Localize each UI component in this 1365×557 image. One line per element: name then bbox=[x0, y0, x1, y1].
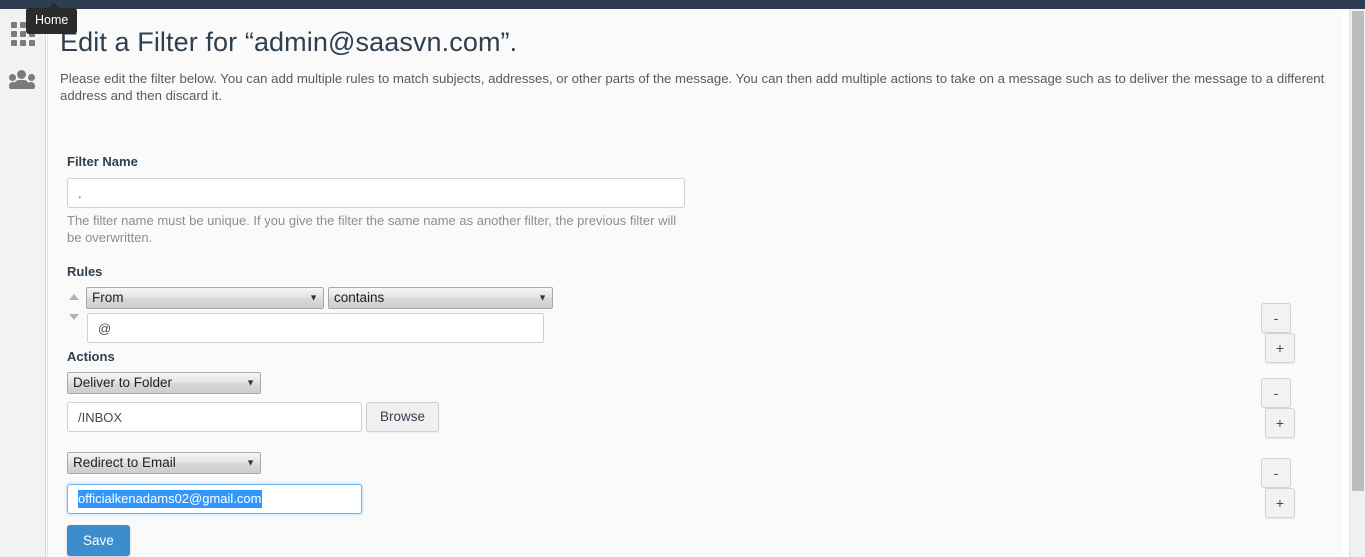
action-row-2-buttons: - + bbox=[1261, 458, 1297, 518]
rule-field-select[interactable]: From ▼ bbox=[86, 287, 324, 309]
chevron-down-icon: ▼ bbox=[246, 457, 255, 468]
sidebar-item-users[interactable] bbox=[0, 57, 46, 103]
page-inner: Edit a Filter for “admin@saasvn.com”. Pl… bbox=[48, 27, 1343, 556]
save-button[interactable]: Save bbox=[67, 525, 130, 556]
browse-button[interactable]: Browse bbox=[366, 402, 440, 432]
chevron-down-icon: ▼ bbox=[246, 377, 255, 388]
chevron-down-icon: ▼ bbox=[538, 292, 547, 303]
people-icon bbox=[9, 70, 37, 90]
tooltip-home: Home bbox=[26, 3, 78, 34]
remove-action-button-1[interactable]: - bbox=[1261, 378, 1291, 408]
footer-actions: Save bbox=[67, 525, 130, 556]
page-description: Please edit the filter below. You can ad… bbox=[60, 71, 1325, 103]
actions-label: Actions bbox=[67, 349, 115, 364]
rule-sort-controls bbox=[67, 294, 81, 320]
rule-match-select[interactable]: contains ▼ bbox=[328, 287, 553, 309]
rules-label: Rules bbox=[67, 264, 103, 279]
action-type-select-1-value: Deliver to Folder bbox=[73, 375, 173, 390]
action-email-input-value: officialkenadams02@gmail.com bbox=[78, 490, 262, 508]
action-type-select-2-value: Redirect to Email bbox=[73, 455, 176, 470]
action-folder-input[interactable] bbox=[67, 402, 362, 432]
remove-rule-button[interactable]: - bbox=[1261, 303, 1291, 333]
filter-name-input[interactable] bbox=[67, 178, 685, 208]
app-window: Home Edit a Filter for “admin@saasvn.com… bbox=[0, 0, 1365, 557]
action-type-select-2[interactable]: Redirect to Email ▼ bbox=[67, 452, 261, 474]
actions-section: Actions Deliver to Folder ▼ Browse - + bbox=[67, 349, 1297, 518]
filter-name-section: Filter Name The filter name must be uniq… bbox=[67, 154, 687, 246]
remove-action-button-2[interactable]: - bbox=[1261, 458, 1291, 488]
sidebar-rail bbox=[0, 9, 46, 557]
scrollbar-thumb[interactable] bbox=[1352, 11, 1364, 491]
action-row: Redirect to Email ▼ officialkenadams02@g… bbox=[67, 452, 1297, 518]
move-up-icon[interactable] bbox=[69, 294, 79, 300]
chevron-down-icon: ▼ bbox=[309, 292, 318, 303]
add-action-button-2[interactable]: + bbox=[1265, 488, 1295, 518]
rules-section: Rules From ▼ contains ▼ @ - + bbox=[67, 264, 1297, 363]
rule-field-select-value: From bbox=[92, 290, 124, 305]
action-row-1-buttons: - + bbox=[1261, 378, 1297, 438]
page-title: Edit a Filter for “admin@saasvn.com”. bbox=[60, 27, 518, 57]
rule-row: From ▼ contains ▼ - + bbox=[67, 287, 1297, 363]
filter-name-label: Filter Name bbox=[67, 154, 138, 169]
filter-name-help: The filter name must be unique. If you g… bbox=[67, 213, 677, 245]
vertical-scrollbar[interactable] bbox=[1349, 9, 1365, 557]
top-bar bbox=[0, 0, 1365, 9]
move-down-icon[interactable] bbox=[69, 314, 79, 320]
page-canvas: Edit a Filter for “admin@saasvn.com”. Pl… bbox=[47, 9, 1343, 557]
add-action-button-1[interactable]: + bbox=[1265, 408, 1295, 438]
action-email-input[interactable]: officialkenadams02@gmail.com bbox=[67, 484, 362, 514]
rule-value-input[interactable] bbox=[87, 313, 544, 343]
action-row: Deliver to Folder ▼ Browse - + bbox=[67, 372, 1297, 440]
rule-match-select-value: contains bbox=[334, 290, 385, 305]
action-type-select-1[interactable]: Deliver to Folder ▼ bbox=[67, 372, 261, 394]
